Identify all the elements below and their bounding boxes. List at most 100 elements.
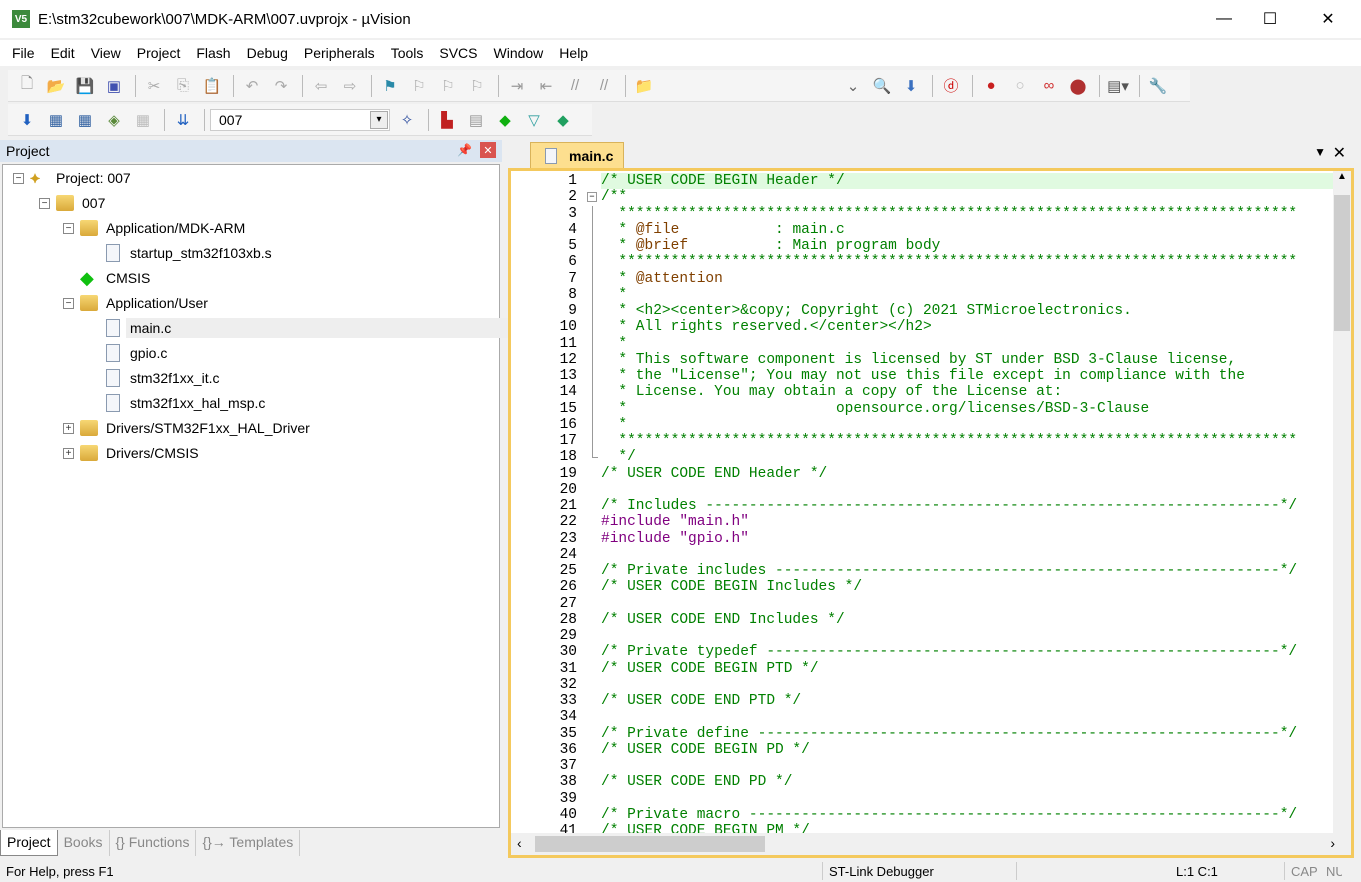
horizontal-scroll-thumb[interactable] — [535, 836, 765, 852]
menu-project[interactable]: Project — [129, 45, 189, 61]
options-for-target-button[interactable]: ✧ — [394, 108, 420, 132]
collapse-icon[interactable]: − — [13, 172, 24, 184]
cut-button[interactable]: ✂ — [141, 74, 167, 98]
menu-peripherals[interactable]: Peripherals — [296, 45, 383, 61]
maximize-button[interactable]: ☐ — [1247, 0, 1293, 38]
pin-icon[interactable]: 📌 — [457, 143, 472, 157]
uncomment-button[interactable]: // — [591, 74, 617, 98]
navigate-back-button[interactable]: ⇦ — [308, 74, 334, 98]
tree-item[interactable]: + Drivers/CMSIS — [63, 442, 199, 464]
close-tab-icon[interactable]: ✕ — [1333, 143, 1346, 163]
vertical-scroll-thumb[interactable] — [1334, 195, 1350, 331]
close-button[interactable]: ✕ — [1305, 0, 1351, 38]
tree-item[interactable]: − Application/MDK-ARM — [63, 217, 245, 239]
pack-installer-button[interactable]: ▽ — [521, 108, 547, 132]
tree-item[interactable]: gpio.c — [89, 342, 167, 364]
tree-item[interactable]: − ⯌ Project: 007 — [13, 167, 131, 189]
stop-build-button[interactable]: ▦ — [130, 108, 156, 132]
redo-button[interactable]: ↷ — [268, 74, 294, 98]
panel-tab-project[interactable]: Project — [0, 830, 58, 856]
paste-button[interactable]: 📋 — [199, 74, 225, 98]
menu-window[interactable]: Window — [486, 45, 552, 61]
incremental-find-button[interactable]: 🔍 — [869, 74, 895, 98]
tree-item[interactable]: − 007 — [39, 192, 105, 214]
unindent-button[interactable]: ⇤ — [533, 74, 559, 98]
disable-all-breakpoints-button[interactable]: ∞ — [1036, 74, 1062, 98]
find-dropdown-button[interactable]: ⌄ — [840, 74, 866, 98]
debug-start-button[interactable]: ⓓ — [938, 74, 964, 98]
configure-button[interactable]: 🔧 — [1145, 74, 1171, 98]
window-layout-button[interactable]: ▤▾ — [1105, 74, 1131, 98]
batch-build-button[interactable]: ▦ — [72, 108, 98, 132]
menu-view[interactable]: View — [83, 45, 129, 61]
menu-file[interactable]: File — [4, 45, 43, 61]
minimize-button[interactable]: — — [1201, 0, 1247, 38]
horizontal-scrollbar[interactable]: ‹ › — [511, 833, 1351, 855]
tab-main-c[interactable]: main.c — [530, 142, 624, 168]
scroll-right-icon[interactable]: › — [1330, 835, 1335, 851]
comment-button[interactable]: // — [562, 74, 588, 98]
tree-item[interactable]: + Drivers/STM32F1xx_HAL_Driver — [63, 417, 310, 439]
rebuild-button[interactable]: ▦ — [43, 108, 69, 132]
collapse-icon[interactable]: − — [63, 222, 74, 234]
software-packs-button[interactable]: ◆ — [550, 108, 576, 132]
vertical-scrollbar[interactable]: ▲ — [1333, 171, 1351, 833]
navigate-forward-button[interactable]: ⇨ — [337, 74, 363, 98]
breakpoint-button[interactable]: ● — [978, 74, 1004, 98]
expand-icon[interactable]: + — [63, 422, 74, 434]
save-button[interactable]: 💾 — [72, 74, 98, 98]
menu-help[interactable]: Help — [551, 45, 596, 61]
manage-project-items-button[interactable]: ▙ — [434, 108, 460, 132]
next-bookmark-button[interactable]: ⚐ — [435, 74, 461, 98]
open-folder-button[interactable]: 📂 — [43, 74, 69, 98]
debug-session-button[interactable]: ⬇ — [898, 74, 924, 98]
undo-button[interactable]: ↶ — [239, 74, 265, 98]
panel-tab-functions[interactable]: {} Functions — [110, 830, 197, 856]
chevron-down-icon[interactable]: ▾ — [370, 110, 388, 129]
line-number: 6 — [568, 254, 577, 271]
collapse-icon[interactable]: − — [39, 197, 50, 209]
expand-icon[interactable]: + — [63, 447, 74, 459]
prev-bookmark-button[interactable]: ⚐ — [406, 74, 432, 98]
menu-tools[interactable]: Tools — [383, 45, 432, 61]
panel-tab-books[interactable]: Books — [58, 830, 110, 856]
tree-item[interactable]: stm32f1xx_hal_msp.c — [89, 392, 265, 414]
new-file-button[interactable]: 🗋 — [14, 74, 40, 98]
menu-svcs[interactable]: SVCS — [431, 45, 485, 61]
fold-line — [592, 221, 593, 238]
disable-breakpoint-button[interactable]: ○ — [1007, 74, 1033, 98]
tree-item[interactable]: main.c — [89, 317, 532, 339]
bookmark-button[interactable]: ⚑ — [377, 74, 403, 98]
panel-tab-templates[interactable]: {}→ Templates — [196, 830, 301, 856]
tree-item[interactable]: startup_stm32f103xb.s — [89, 242, 272, 264]
fold-gutter — [579, 254, 601, 271]
menu-debug[interactable]: Debug — [239, 45, 296, 61]
code-editor[interactable]: 1/* USER CODE BEGIN Header */2−/** 3 ****… — [508, 168, 1354, 858]
tab-dropdown-icon[interactable]: ▼ — [1314, 145, 1326, 159]
copy-button[interactable]: ⎘ — [170, 74, 196, 98]
translate-button[interactable]: ◈ — [101, 108, 127, 132]
clear-bookmarks-button[interactable]: ⚐ — [464, 74, 490, 98]
indent-button[interactable]: ⇥ — [504, 74, 530, 98]
tree-item[interactable]: − Application/User — [63, 292, 208, 314]
scroll-left-icon[interactable]: ‹ — [517, 835, 522, 851]
target-select[interactable]: 007 ▾ — [210, 108, 390, 131]
download-button[interactable]: ⇊ — [170, 108, 196, 132]
fold-collapse-icon[interactable]: − — [587, 192, 597, 203]
code-text: /* Private includes --------------------… — [601, 563, 1297, 579]
find-in-files-button[interactable]: 📁 — [631, 74, 657, 98]
select-packs-button[interactable]: ▤ — [463, 108, 489, 132]
scroll-up-icon[interactable]: ▲ — [1333, 171, 1351, 182]
collapse-icon[interactable]: − — [63, 297, 74, 309]
tree-item[interactable]: stm32f1xx_it.c — [89, 367, 219, 389]
build-button[interactable]: ⬇ — [14, 108, 40, 132]
kill-breakpoints-button[interactable]: ⬤ — [1065, 74, 1091, 98]
tree-item-label: Application/User — [106, 295, 208, 311]
menu-flash[interactable]: Flash — [188, 45, 238, 61]
tree-item[interactable]: ◆ CMSIS — [63, 267, 150, 289]
close-panel-button[interactable]: ✕ — [480, 142, 496, 158]
toolbar-separator — [1099, 74, 1100, 97]
manage-rte-button[interactable]: ◆ — [492, 108, 518, 132]
save-all-button[interactable]: ▣ — [101, 74, 127, 98]
menu-edit[interactable]: Edit — [43, 45, 83, 61]
